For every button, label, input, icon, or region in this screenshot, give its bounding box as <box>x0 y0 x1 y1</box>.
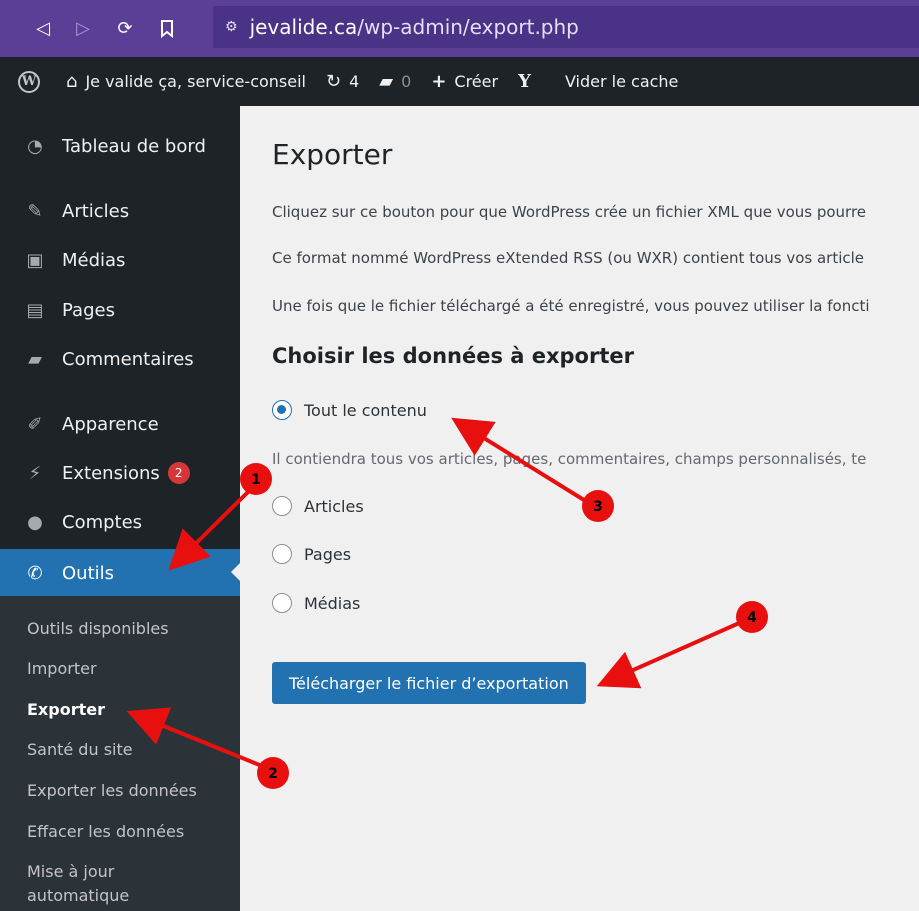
updates-menu[interactable]: ↻ 4 <box>316 57 369 106</box>
forward-icon[interactable]: ▷ <box>60 6 106 52</box>
tools-submenu: Outils disponibles Importer Exporter San… <box>0 596 240 911</box>
submenu-site-health[interactable]: Santé du site <box>27 740 133 759</box>
media-icon: ▣ <box>26 249 44 271</box>
sidebar-item-label: Articles <box>62 200 130 222</box>
submenu-auto-updates-line2[interactable]: automatique <box>27 886 129 905</box>
updates-icon: ↻ <box>326 71 342 92</box>
sidebar-item-posts[interactable]: ✎ Articles <box>0 188 240 234</box>
sidebar-item-label: Apparence <box>62 413 159 435</box>
sidebar-item-label: Extensions <box>62 462 160 484</box>
submenu-import[interactable]: Importer <box>27 659 97 678</box>
user-icon: ● <box>27 511 43 533</box>
sidebar-item-label: Commentaires <box>62 348 194 370</box>
pin-icon: ✎ <box>27 200 43 222</box>
import-paragraph: Une fois que le fichier téléchargé a été… <box>272 297 870 315</box>
wp-admin-bar: W ⌂ Je valide ça, service-conseil ↻ 4 ▰ … <box>0 57 919 106</box>
sidebar-item-pages[interactable]: ▤ Pages <box>0 287 240 333</box>
reload-icon[interactable]: ⟳ <box>102 6 148 52</box>
submenu-export[interactable]: Exporter <box>27 700 105 719</box>
submenu-erase-personal-data[interactable]: Effacer les données <box>27 822 184 841</box>
submenu-auto-updates[interactable]: Mise à jour <box>27 862 114 881</box>
option-posts[interactable]: Articles <box>272 496 364 516</box>
option-label: Pages <box>304 544 352 564</box>
new-content-label: Créer <box>454 72 499 91</box>
sidebar-item-comments[interactable]: ▰ Commentaires <box>0 336 240 382</box>
radio-media[interactable] <box>272 593 292 613</box>
wordpress-icon: W <box>18 70 40 93</box>
submenu-export-personal-data[interactable]: Exporter les données <box>27 781 197 800</box>
clear-cache-label: Vider le cache <box>564 72 679 91</box>
updates-count: 4 <box>349 72 360 91</box>
submenu-available-tools[interactable]: Outils disponibles <box>27 619 169 638</box>
yoast-menu[interactable]: Y <box>508 57 549 106</box>
plugin-icon: ⚡ <box>28 462 42 484</box>
update-count-badge: 2 <box>167 462 190 484</box>
download-export-button[interactable]: Télécharger le fichier d’exportation <box>272 662 586 704</box>
option-label: Tout le contenu <box>304 400 427 420</box>
sidebar-item-dashboard[interactable]: ◔ Tableau de bord <box>0 123 240 169</box>
sidebar-item-label: Médias <box>62 249 126 271</box>
pages-icon: ▤ <box>26 299 44 321</box>
radio-pages[interactable] <box>272 544 292 564</box>
sidebar-item-plugins[interactable]: ⚡ Extensions 2 <box>0 450 240 496</box>
bookmark-icon[interactable] <box>144 6 190 52</box>
option-label: Articles <box>304 496 364 516</box>
url-path: /wp-admin/export.php <box>357 15 579 39</box>
section-title: Choisir les données à exporter <box>272 344 634 368</box>
option-label: Médias <box>304 593 361 613</box>
sidebar-item-users[interactable]: ● Comptes <box>0 499 240 545</box>
main-content: Exporter Cliquez sur ce bouton pour que … <box>240 106 919 911</box>
home-icon: ⌂ <box>66 71 78 92</box>
sidebar-item-tools[interactable]: ✆ Outils <box>0 549 240 597</box>
radio-posts[interactable] <box>272 496 292 516</box>
comment-icon: ▰ <box>28 348 42 370</box>
intro-paragraph: Cliquez sur ce bouton pour que WordPress… <box>272 203 867 221</box>
browser-toolbar: ◁ ▷ ⟳ ⚙ jevalide.ca/wp-admin/export.php <box>0 0 919 57</box>
comments-count: 0 <box>401 72 412 91</box>
sidebar-item-label: Outils <box>62 562 115 584</box>
format-paragraph: Ce format nommé WordPress eXtended RSS (… <box>272 249 865 267</box>
site-name-menu[interactable]: ⌂ Je valide ça, service-conseil <box>54 57 316 106</box>
sidebar-item-label: Tableau de bord <box>62 135 206 157</box>
radio-all-content[interactable] <box>272 400 292 420</box>
sidebar-item-appearance[interactable]: ✐ Apparence <box>0 401 240 447</box>
comments-menu[interactable]: ▰ 0 <box>369 57 421 106</box>
plus-icon: + <box>431 71 447 92</box>
page-title: Exporter <box>272 138 393 171</box>
sidebar-item-label: Comptes <box>62 511 143 533</box>
comment-icon: ▰ <box>379 71 394 92</box>
admin-sidebar: ◔ Tableau de bord ✎ Articles ▣ Médias ▤ … <box>0 106 240 911</box>
option-pages[interactable]: Pages <box>272 544 351 564</box>
new-content-menu[interactable]: + Créer <box>421 57 508 106</box>
sidebar-item-label: Pages <box>62 299 115 321</box>
dashboard-icon: ◔ <box>27 135 43 157</box>
wrench-icon: ✆ <box>27 562 43 584</box>
sidebar-item-media[interactable]: ▣ Médias <box>0 237 240 283</box>
site-name: Je valide ça, service-conseil <box>85 72 306 91</box>
option-media[interactable]: Médias <box>272 593 360 613</box>
option-all-content[interactable]: Tout le contenu <box>272 400 427 420</box>
address-bar[interactable]: ⚙ jevalide.ca/wp-admin/export.php <box>213 6 919 48</box>
site-settings-icon[interactable]: ⚙ <box>225 19 238 35</box>
url-domain: jevalide.ca <box>249 15 358 39</box>
all-content-help: Il contiendra tous vos articles, pages, … <box>272 450 867 468</box>
screen: ◁ ▷ ⟳ ⚙ jevalide.ca/wp-admin/export.php … <box>0 0 919 911</box>
clear-cache-button[interactable]: Vider le cache <box>549 57 688 106</box>
wp-logo-menu[interactable]: W <box>0 57 54 106</box>
brush-icon: ✐ <box>27 413 43 435</box>
yoast-icon: Y <box>518 71 531 92</box>
